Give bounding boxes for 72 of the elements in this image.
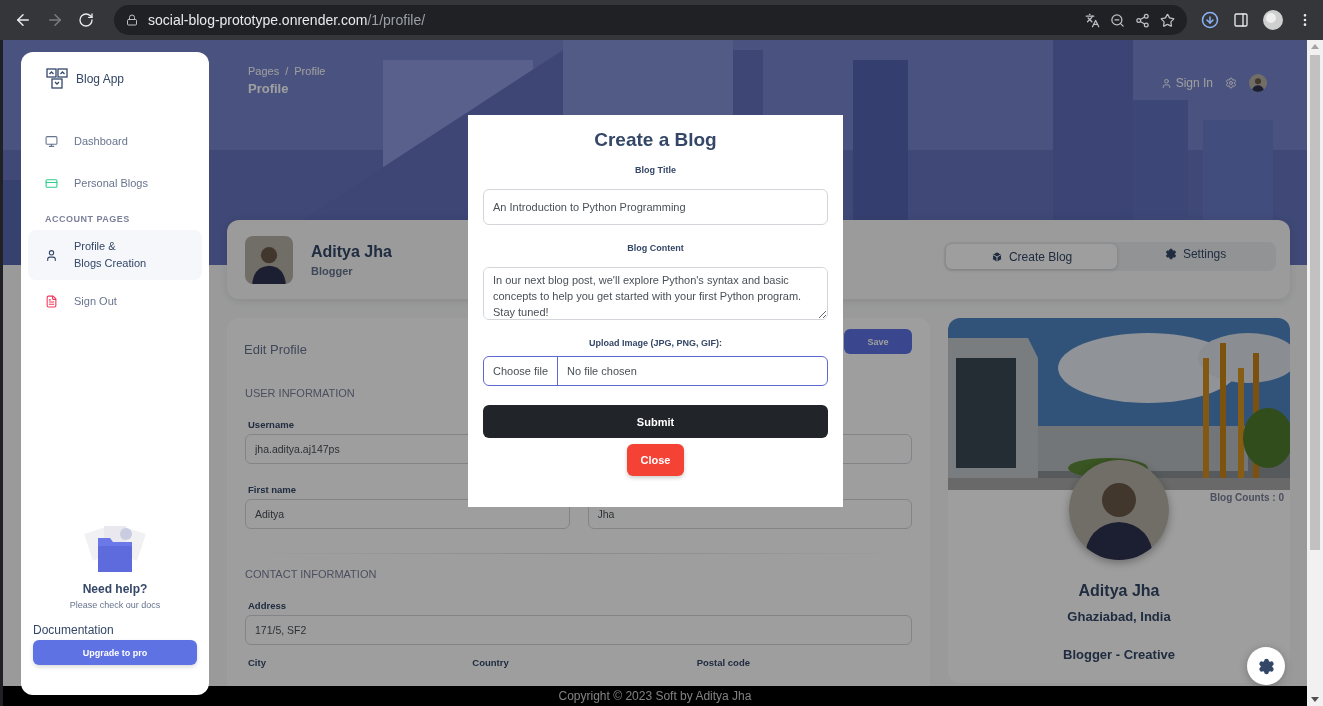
submit-button[interactable]: Submit — [483, 405, 828, 438]
nav-item[interactable]: Dashboard — [28, 120, 202, 162]
field-label: Blog Title — [634, 165, 677, 175]
cube-icon — [990, 250, 1003, 263]
close-button[interactable]: Close — [627, 444, 684, 476]
section-title: USER INFORMATION — [245, 387, 356, 399]
breadcrumb-link[interactable]: Pages — [248, 65, 280, 77]
nav-section-heading: ACCOUNT PAGES — [44, 214, 131, 224]
profile-location: Ghaziabad, India — [1067, 609, 1171, 624]
page-title: Profile — [248, 81, 290, 96]
lock-icon — [126, 14, 138, 26]
document-icon — [45, 294, 58, 308]
monitor-icon — [45, 134, 58, 148]
forward-icon[interactable] — [46, 11, 64, 29]
field-label: City — [248, 657, 267, 668]
help-text: Please check our docs — [69, 600, 161, 610]
url-text: social-blog-prototype.onrender.com/1/profile/ — [148, 12, 427, 28]
field-label: Username — [248, 419, 295, 430]
user-name: Aditya Jha — [311, 242, 392, 261]
reload-icon[interactable] — [78, 12, 94, 28]
breadcrumb-separator: / — [285, 65, 289, 77]
avatar — [245, 235, 293, 284]
profile-name: Aditya Jha — [1078, 582, 1160, 600]
title-field[interactable]: An Introduction to Python Programming — [483, 189, 828, 225]
profile-title: Blogger - Creative — [1063, 647, 1175, 662]
field-label: Postal code — [696, 657, 751, 668]
settings-icon — [1257, 657, 1275, 675]
field-label: Blog Content — [626, 243, 685, 253]
share-icon[interactable] — [1135, 12, 1150, 28]
section-title: CONTACT INFORMATION — [245, 568, 378, 580]
choose-file-button[interactable]: Choose file — [484, 357, 559, 385]
card-title: Edit Profile — [244, 342, 307, 357]
breadcrumb-current: Profile — [294, 65, 326, 77]
side-panel-icon[interactable] — [1233, 12, 1249, 28]
nav-item[interactable]: Profile & Blogs Creation — [28, 230, 202, 280]
field-label: Address — [248, 600, 287, 611]
user-role: Blogger — [311, 264, 353, 277]
tab[interactable]: Create Blog — [946, 244, 1118, 269]
tab[interactable]: Settings — [1117, 244, 1274, 264]
footer-text: Copyright © 2023 Soft by Aditya Jha — [3, 686, 1307, 706]
zoom-out-icon[interactable] — [1110, 12, 1125, 28]
file-status: No file chosen — [566, 365, 637, 377]
dialog-title: Create a Blog — [593, 129, 718, 151]
download-icon[interactable] — [1201, 11, 1219, 29]
settings-icon — [1164, 248, 1177, 260]
address-bar[interactable]: social-blog-prototype.onrender.com/1/profile/ — [114, 5, 1187, 35]
user-icon — [45, 248, 58, 262]
save-button[interactable]: Save — [844, 329, 912, 354]
translate-icon[interactable] — [1085, 12, 1100, 28]
input-field[interactable]: Aditya — [245, 499, 570, 529]
star-icon[interactable] — [1160, 12, 1175, 28]
user-icon — [1160, 77, 1172, 89]
file-upload-field[interactable]: Choose file No file chosen — [483, 356, 828, 386]
sign-in-link[interactable]: Sign In — [1160, 76, 1213, 90]
logo-icon — [46, 68, 68, 90]
documentation-link[interactable]: Documentation — [33, 623, 114, 637]
field-label: Upload Image (JPG, PNG, GIF): — [588, 338, 723, 348]
field-label: Country — [472, 657, 510, 668]
field-label: First name — [248, 484, 298, 495]
content-field[interactable]: In our next blog post, we'll explore Python's syntax and basic concepts to help you get started with your first Python program. Stay tuned! — [483, 267, 828, 320]
upgrade-button[interactable]: Upgrade to pro — [33, 640, 197, 665]
card-icon — [45, 176, 58, 190]
folder-icon — [82, 524, 148, 574]
help-title: Need help? — [82, 582, 148, 596]
scrollbar[interactable] — [1307, 40, 1323, 706]
nav-item[interactable]: Personal Blogs — [28, 162, 202, 204]
back-icon[interactable] — [14, 11, 32, 29]
profile-icon[interactable] — [1263, 10, 1283, 30]
nav-item[interactable]: Sign Out — [28, 280, 202, 322]
blog-count: Blog Counts : 0 — [1210, 492, 1284, 503]
brand-name: Blog App — [76, 72, 125, 86]
input-field[interactable]: 171/5, SF2 — [245, 615, 912, 645]
